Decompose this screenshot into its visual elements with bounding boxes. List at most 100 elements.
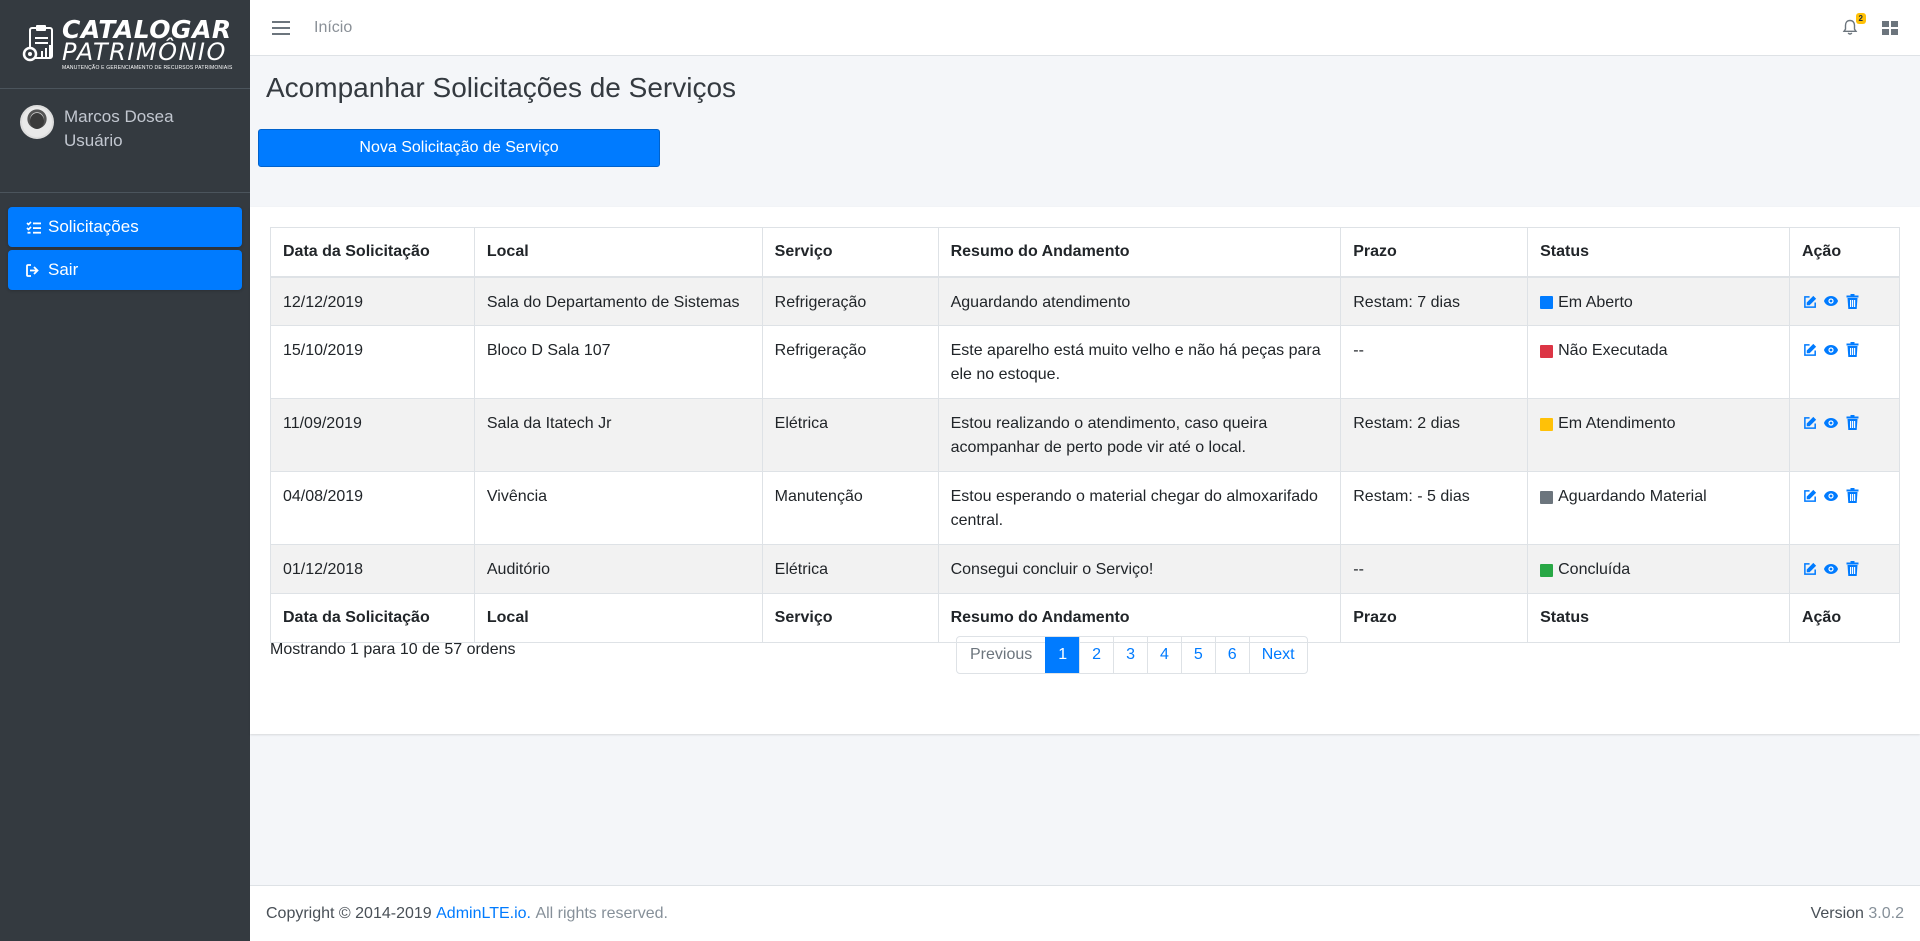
sidebar-item-label: Solicitações bbox=[48, 217, 139, 236]
cell-date: 15/10/2019 bbox=[270, 325, 475, 399]
cell-deadline: -- bbox=[1340, 544, 1529, 594]
brand-logo-icon bbox=[22, 25, 53, 62]
table-row: 15/10/2019 Bloco D Sala 107 Refrigeração Es… bbox=[270, 325, 1901, 399]
tasks-icon bbox=[24, 220, 42, 234]
table-header-row: Data da Solicitação Local Serviço Resumo… bbox=[270, 227, 1901, 278]
column-header[interactable]: Serviço bbox=[761, 227, 939, 278]
cell-summary: Consegui concluir o Serviço! bbox=[937, 544, 1342, 594]
cell-actions bbox=[1788, 471, 1901, 545]
notifications-badge: 2 bbox=[1855, 12, 1866, 24]
pagination-page-3[interactable]: 3 bbox=[1113, 637, 1147, 673]
notifications-button[interactable]: 2 bbox=[1842, 12, 1866, 37]
cell-local: Vivência bbox=[473, 471, 763, 545]
sidebar-item-sair[interactable]: Sair bbox=[8, 250, 242, 290]
cell-date: 12/12/2019 bbox=[270, 276, 475, 326]
status-label: Aguardando Material bbox=[1558, 488, 1707, 505]
status-label: Em Aberto bbox=[1558, 293, 1633, 311]
edit-icon[interactable] bbox=[1802, 294, 1819, 309]
brand[interactable]: CATALOGAR PATRIMÔNIO MANUTENÇÃO E GERENC… bbox=[0, 0, 250, 89]
column-header[interactable]: Local bbox=[473, 227, 763, 278]
pagination-page-6[interactable]: 6 bbox=[1214, 637, 1249, 673]
cell-actions bbox=[1788, 276, 1901, 326]
cell-service: Elétrica bbox=[761, 398, 939, 472]
topbar: Início 2 bbox=[250, 0, 1920, 56]
version-number: 3.0.2 bbox=[1868, 904, 1904, 922]
requests-table: Data da Solicitação Local Serviço Resumo… bbox=[270, 227, 1901, 643]
delete-icon[interactable] bbox=[1844, 293, 1861, 309]
column-footer: Serviço bbox=[761, 593, 939, 643]
table-row: 12/12/2019 Sala do Departamento de Sistem… bbox=[270, 276, 1901, 326]
cell-date: 01/12/2018 bbox=[270, 544, 475, 594]
pagination-next[interactable]: Next bbox=[1248, 637, 1307, 673]
new-request-button[interactable]: Nova Solicitação de Serviço bbox=[258, 129, 660, 167]
pagination-page-4[interactable]: 4 bbox=[1146, 637, 1181, 673]
delete-icon[interactable] bbox=[1844, 488, 1861, 503]
user-panel: Marcos Dosea Usuário bbox=[0, 89, 250, 193]
status-color-square bbox=[1540, 490, 1554, 504]
cell-summary: Estou esperando o material chegar do alm… bbox=[937, 471, 1342, 545]
cell-service: Refrigeração bbox=[761, 276, 939, 326]
pagination-page-5[interactable]: 5 bbox=[1180, 637, 1215, 673]
delete-icon[interactable] bbox=[1844, 342, 1861, 357]
column-header[interactable]: Prazo bbox=[1340, 227, 1529, 278]
version-label: Version bbox=[1810, 904, 1864, 922]
cell-service: Refrigeração bbox=[761, 325, 939, 399]
cell-actions bbox=[1788, 398, 1901, 472]
cell-local: Sala do Departamento de Sistemas bbox=[473, 276, 763, 326]
delete-icon[interactable] bbox=[1844, 415, 1861, 430]
view-icon[interactable] bbox=[1823, 417, 1840, 429]
cell-summary: Estou realizando o atendimento, caso que… bbox=[937, 398, 1342, 472]
adminlte-link[interactable]: AdminLTE.io. bbox=[436, 905, 531, 923]
edit-icon[interactable] bbox=[1802, 488, 1819, 503]
table-row: 04/08/2019 Vivência Manutenção Estou espera… bbox=[270, 471, 1901, 545]
apps-grid-icon[interactable] bbox=[1882, 20, 1898, 35]
user-name[interactable]: Marcos Dosea bbox=[64, 105, 174, 129]
pagination-info: Mostrando 1 para 10 de 57 ordens bbox=[270, 641, 516, 658]
cell-status: Em Atendimento bbox=[1527, 398, 1790, 472]
home-link[interactable]: Início bbox=[314, 19, 352, 37]
sidebar-nav: Solicitações Sair bbox=[0, 193, 250, 290]
cell-deadline: Restam: 7 dias bbox=[1340, 276, 1529, 326]
version-info: Version 3.0.2 bbox=[1811, 905, 1904, 923]
column-header[interactable]: Data da Solicitação bbox=[270, 227, 475, 278]
edit-icon[interactable] bbox=[1802, 342, 1819, 357]
status-color-square bbox=[1540, 344, 1554, 358]
sidebar-item-label: Sair bbox=[48, 260, 79, 279]
menu-toggle-icon[interactable] bbox=[272, 20, 290, 35]
page-title: Acompanhar Solicitações de Serviços bbox=[266, 72, 737, 103]
column-footer: Prazo bbox=[1340, 593, 1529, 643]
edit-icon[interactable] bbox=[1802, 561, 1819, 576]
avatar bbox=[20, 105, 54, 139]
pagination-previous[interactable]: Previous bbox=[957, 637, 1045, 673]
column-footer: Ação bbox=[1788, 593, 1901, 643]
column-footer: Status bbox=[1527, 593, 1790, 643]
delete-icon[interactable] bbox=[1844, 561, 1861, 576]
cell-actions bbox=[1788, 544, 1901, 594]
cell-local: Auditório bbox=[473, 544, 763, 594]
requests-card: Data da Solicitação Local Serviço Resumo… bbox=[250, 207, 1920, 734]
cell-deadline: Restam: - 5 dias bbox=[1340, 471, 1529, 545]
pagination-page-2[interactable]: 2 bbox=[1079, 637, 1113, 673]
view-icon[interactable] bbox=[1823, 490, 1840, 502]
cell-service: Elétrica bbox=[761, 544, 939, 594]
cell-summary: Este aparelho está muito velho e não há … bbox=[937, 325, 1342, 399]
brand-subtitle: PATRIMÔNIO bbox=[62, 38, 227, 66]
cell-local: Bloco D Sala 107 bbox=[473, 325, 763, 399]
cell-status: Concluída bbox=[1527, 544, 1790, 594]
cell-local: Sala da Itatech Jr bbox=[473, 398, 763, 472]
view-icon[interactable] bbox=[1823, 563, 1840, 575]
status-label: Concluída bbox=[1558, 561, 1631, 578]
edit-icon[interactable] bbox=[1802, 415, 1819, 430]
view-icon[interactable] bbox=[1823, 295, 1840, 307]
pagination-page-1[interactable]: 1 bbox=[1045, 637, 1080, 673]
column-header[interactable]: Status bbox=[1527, 227, 1790, 278]
cell-actions bbox=[1788, 325, 1901, 399]
cell-status: Não Executada bbox=[1527, 325, 1790, 399]
sidebar-item-solicitacoes[interactable]: Solicitações bbox=[8, 207, 242, 247]
status-label: Não Executada bbox=[1558, 342, 1668, 359]
cell-deadline: Restam: 2 dias bbox=[1340, 398, 1529, 472]
column-header[interactable]: Resumo do Andamento bbox=[937, 227, 1342, 278]
cell-deadline: -- bbox=[1340, 325, 1529, 399]
status-color-square bbox=[1540, 417, 1554, 431]
view-icon[interactable] bbox=[1823, 344, 1840, 356]
